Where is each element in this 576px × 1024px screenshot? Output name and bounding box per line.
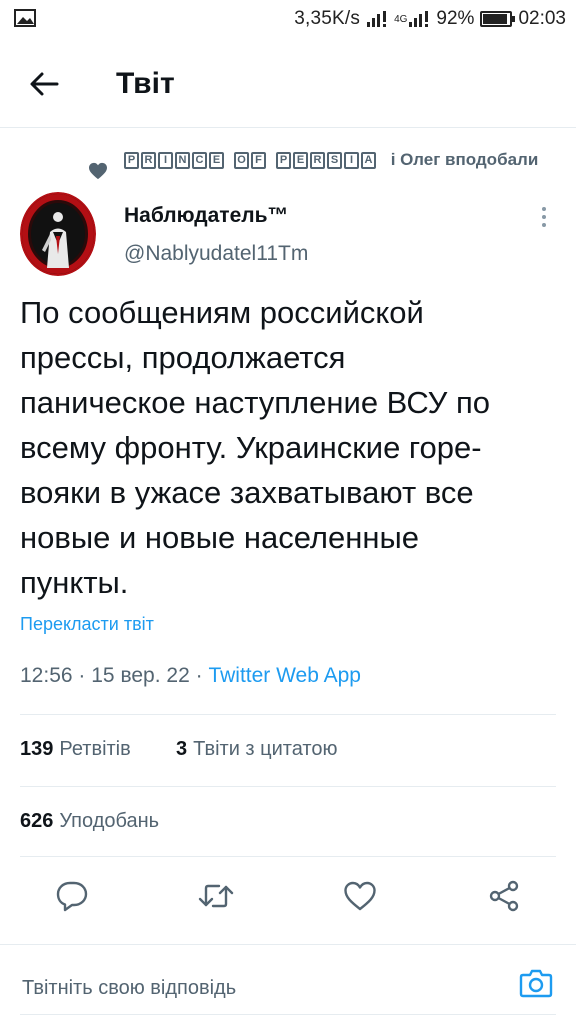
name-letter: C xyxy=(192,152,207,170)
divider xyxy=(20,786,556,787)
tweet-metadata: 12:56 · 15 вер. 22 · Twitter Web App xyxy=(20,664,361,688)
liked-by-suffix: і Олег вподобали xyxy=(390,150,539,169)
name-word: OF xyxy=(234,152,266,170)
network-type: 4G xyxy=(394,13,408,25)
more-dot xyxy=(542,223,546,227)
likes-stat[interactable]: 626 Уподобань xyxy=(20,810,159,833)
retweets-count: 139 xyxy=(20,738,54,760)
name-letter: I xyxy=(344,152,359,170)
battery-icon xyxy=(480,11,516,27)
meta-separator: · xyxy=(78,664,86,687)
name-letter: P xyxy=(276,152,291,170)
tweet-source-link[interactable]: Twitter Web App xyxy=(208,664,361,687)
more-options-button[interactable] xyxy=(532,204,556,230)
heart-icon xyxy=(89,162,107,180)
retweets-stat[interactable]: 139 Ретвітів xyxy=(20,738,131,761)
translate-tweet-link[interactable]: Перекласти твіт xyxy=(20,614,154,635)
avatar-image xyxy=(20,192,96,276)
name-letter: O xyxy=(234,152,249,170)
quote-tweets-stat[interactable]: 3 Твіти з цитатою xyxy=(176,738,337,761)
liked-by-user[interactable]: PRINCEOFPERSIA xyxy=(124,152,384,170)
top-app-bar: Твіт xyxy=(0,38,576,128)
name-letter: A xyxy=(361,152,376,170)
name-letter: I xyxy=(158,152,173,170)
share-button[interactable] xyxy=(484,876,524,916)
name-letter: E xyxy=(209,152,224,170)
name-letter: F xyxy=(251,152,266,170)
reply-composer xyxy=(0,944,576,1024)
divider xyxy=(20,856,556,857)
quotes-count: 3 xyxy=(176,738,188,760)
network-speed: 3,35K/s xyxy=(294,8,361,29)
name-letter: R xyxy=(310,152,325,170)
more-dot xyxy=(542,215,546,219)
status-right: 3,35K/s 4G 92% 02:03 xyxy=(294,6,566,32)
like-icon xyxy=(344,881,376,911)
divider xyxy=(20,714,556,715)
name-word: PERSIA xyxy=(276,152,376,170)
avatar[interactable] xyxy=(20,192,96,276)
page-title: Твіт xyxy=(116,67,175,100)
clock: 02:03 xyxy=(518,8,566,29)
like-button[interactable] xyxy=(340,876,380,916)
name-letter: S xyxy=(327,152,342,170)
back-button[interactable] xyxy=(22,64,66,104)
name-letter: N xyxy=(175,152,190,170)
share-icon xyxy=(489,880,519,912)
reply-underline xyxy=(20,1014,556,1015)
arrow-left-icon xyxy=(30,72,59,96)
name-letter: P xyxy=(124,152,139,170)
status-bar: 3,35K/s 4G 92% 02:03 xyxy=(0,0,576,38)
tweet-text: По сообщениям российской прессы, продолж… xyxy=(20,295,491,600)
reply-input[interactable] xyxy=(22,971,492,1005)
quotes-label: Твіти з цитатою xyxy=(193,738,338,760)
battery-percent: 92% xyxy=(436,8,475,29)
retweets-label: Ретвітів xyxy=(59,738,131,760)
camera-button[interactable] xyxy=(516,963,556,1003)
likes-label: Уподобань xyxy=(59,810,160,832)
reply-icon xyxy=(56,881,88,912)
gallery-icon xyxy=(14,9,36,27)
meta-separator: · xyxy=(195,664,203,687)
author-handle[interactable]: @Nablyudatel11Tm xyxy=(124,242,308,266)
tweet-date: 15 вер. 22 xyxy=(91,664,190,687)
name-letter: R xyxy=(141,152,156,170)
liked-by-text[interactable]: PRINCEOFPERSIA і Олег вподобали xyxy=(124,146,544,174)
reply-button[interactable] xyxy=(52,876,92,916)
retweet-icon xyxy=(198,884,234,908)
signal-4g-icon: 4G xyxy=(394,10,430,28)
tweet-actions xyxy=(0,864,576,928)
more-dot xyxy=(542,207,546,211)
likes-count: 626 xyxy=(20,810,54,832)
retweet-button[interactable] xyxy=(196,876,236,916)
name-word: PRINCE xyxy=(124,152,224,170)
signal-icon xyxy=(367,11,387,27)
author-name[interactable]: Наблюдатель™ xyxy=(124,204,289,228)
name-letter: E xyxy=(293,152,308,170)
tweet-time: 12:56 xyxy=(20,664,73,687)
camera-icon xyxy=(519,969,553,998)
